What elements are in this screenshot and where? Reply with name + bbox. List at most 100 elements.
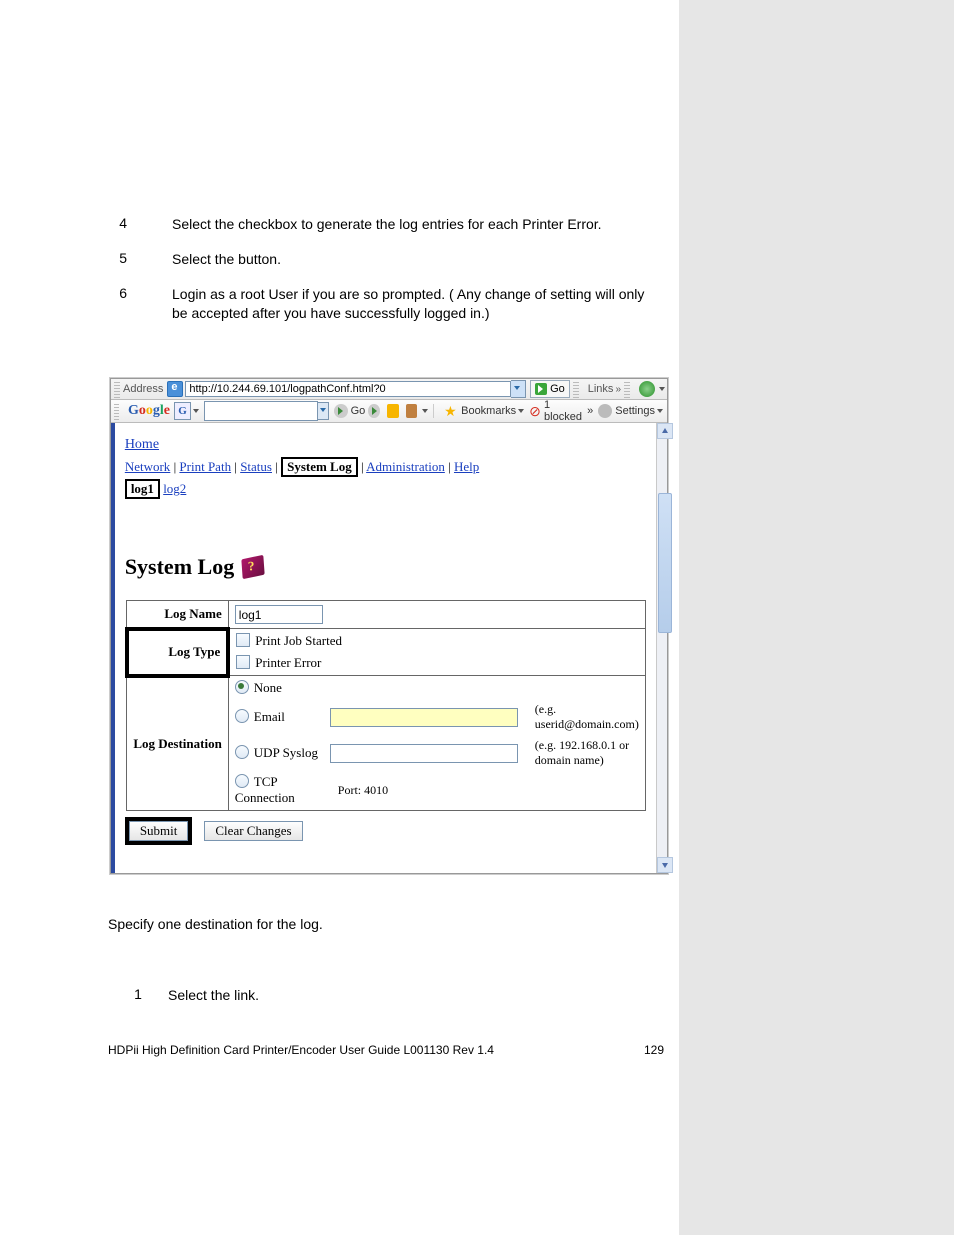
dest-tcp-radio[interactable] [235, 774, 249, 788]
submit-button[interactable]: Submit [129, 821, 189, 841]
go-arrow-icon [535, 383, 547, 395]
footer-page-number: 129 [644, 1043, 664, 1057]
step-row: 5 Select the button. [0, 250, 679, 269]
dest-udp-input[interactable] [330, 744, 518, 763]
toolbar-grip-icon [114, 402, 119, 420]
logo-letter: o [146, 403, 153, 418]
nav-network[interactable]: Network [125, 459, 171, 474]
puzzle-icon[interactable] [406, 404, 418, 418]
nav-status[interactable]: Status [240, 459, 272, 474]
nav-help[interactable]: Help [454, 459, 479, 474]
step-number: 6 [0, 285, 172, 323]
system-log-heading: System Log [125, 554, 646, 580]
globe-dropdown[interactable] [659, 381, 667, 397]
vertical-scrollbar[interactable] [656, 423, 667, 873]
dest-udp-radio[interactable] [235, 745, 249, 759]
dest-udp-label: UDP Syslog [254, 745, 318, 760]
log-destination-cell: None Email (e.g. userid@domain.com) UDP … [228, 676, 645, 811]
step-text: Select the checkbox to generate the log … [172, 215, 679, 234]
popup-blocked-button[interactable]: ⊘1 blocked » [529, 399, 593, 423]
log-name-label: Log Name [127, 601, 228, 629]
step-text-a: Select the [172, 216, 238, 232]
google-logo[interactable]: Google [128, 403, 170, 419]
blocked-label: 1 blocked [544, 399, 584, 423]
google-search-dropdown[interactable] [318, 402, 329, 420]
address-input[interactable] [185, 381, 511, 397]
subtab-log1[interactable]: log1 [125, 479, 160, 499]
step-text: Select the button. [172, 250, 679, 269]
printer-error-label: Printer Error [255, 655, 321, 670]
post-screenshot-text: Specify one destination for the log. 1 S… [108, 916, 658, 1017]
dropdown-caret-icon [516, 405, 524, 417]
dest-email-radio[interactable] [235, 709, 249, 723]
footer-guide-title: HDPii High Definition Card Printer/Encod… [108, 1043, 494, 1057]
address-dropdown[interactable] [511, 380, 526, 398]
print-job-started-checkbox[interactable] [236, 633, 250, 647]
step-number: 4 [0, 215, 172, 234]
go-button[interactable]: Go [530, 380, 570, 398]
scroll-up-icon[interactable] [657, 423, 673, 439]
google-g-button[interactable]: G [174, 402, 191, 420]
chevron-right-icon: » [615, 384, 621, 395]
procedure-intro: Specify one destination for the log. [108, 916, 658, 932]
go-label: Go [550, 383, 565, 395]
clear-changes-button[interactable]: Clear Changes [204, 821, 302, 841]
help-book-icon[interactable] [242, 555, 265, 579]
log-type-cell: Print Job Started Printer Error [228, 629, 645, 676]
scroll-down-icon[interactable] [657, 857, 673, 873]
google-g-dropdown[interactable] [193, 403, 200, 419]
log-name-input[interactable] [235, 605, 323, 624]
toolbar-go-button[interactable]: Go [334, 404, 366, 418]
page-footer: HDPii High Definition Card Printer/Encod… [108, 1043, 664, 1057]
step-text-a: Select the [172, 251, 238, 267]
dest-email-label: Email [254, 709, 285, 724]
nav-administration[interactable]: Administration [366, 459, 445, 474]
star-icon: ★ [444, 404, 458, 418]
subtab-log2[interactable]: log2 [163, 481, 186, 496]
heading-text: System Log [125, 554, 234, 580]
step-number: 5 [0, 250, 172, 269]
go-icon [334, 404, 348, 418]
nav-icon[interactable] [368, 404, 380, 418]
form-buttons: Submit Clear Changes [125, 817, 646, 845]
print-job-started-label: Print Job Started [255, 633, 342, 648]
dest-none-radio[interactable] [235, 680, 249, 694]
step-text-b: link. [234, 987, 259, 1003]
bookmarks-button[interactable]: ★Bookmarks [444, 404, 524, 418]
log-type-label: Log Type [127, 629, 228, 676]
nav-system-log[interactable]: System Log [281, 457, 358, 477]
log-name-cell [228, 601, 645, 629]
step-text-b: checkbox to generate the log entries for… [238, 216, 601, 232]
toolbar-grip-icon [573, 380, 579, 398]
toolbar-grip-icon [114, 380, 120, 398]
dest-email-input[interactable] [330, 708, 518, 727]
page-body: Home Network | Print Path | Status | Sys… [115, 423, 656, 873]
home-link[interactable]: Home [125, 437, 159, 452]
printer-error-checkbox[interactable] [236, 655, 250, 669]
links-menu[interactable]: Links » [588, 383, 621, 395]
dest-none-label: None [254, 680, 282, 695]
news-icon[interactable] [387, 404, 399, 418]
ie-page-icon [167, 381, 183, 397]
links-label: Links [588, 383, 614, 395]
address-label: Address [123, 383, 163, 395]
settings-label: Settings [615, 405, 655, 417]
dropdown-caret-icon [655, 405, 663, 417]
google-search-input[interactable] [204, 401, 318, 421]
browser-screenshot: Address Go Links » [110, 378, 668, 874]
dropdown-caret-icon[interactable] [420, 405, 428, 417]
step-text: Login as a root User if you are so promp… [172, 285, 679, 323]
dest-udp-hint: (e.g. 192.168.0.1 or domain name) [525, 738, 639, 768]
right-margin-column [679, 0, 954, 1235]
step-text-a: Login as a root User if you are so promp… [172, 286, 454, 302]
google-toolbar: Google G Go ★Bookmarks ⊘1 blocked » Sett… [111, 400, 667, 423]
nav-print-path[interactable]: Print Path [179, 459, 231, 474]
settings-button[interactable]: Settings [598, 404, 663, 418]
globe-icon[interactable] [639, 381, 655, 397]
separator [433, 404, 434, 418]
scroll-thumb[interactable] [658, 493, 672, 633]
logo-letter: G [128, 403, 139, 418]
logo-letter: o [139, 403, 146, 418]
submit-button-highlight: Submit [125, 817, 193, 845]
step-row: 6 Login as a root User if you are so pro… [0, 285, 679, 323]
